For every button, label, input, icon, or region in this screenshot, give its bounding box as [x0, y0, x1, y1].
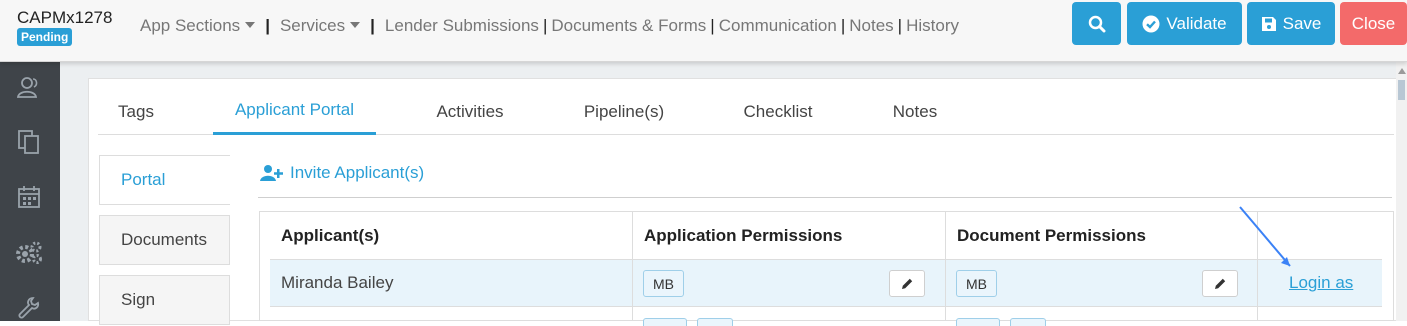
search-button[interactable] [1072, 2, 1121, 45]
scrollbar-thumb[interactable] [1398, 80, 1405, 100]
nav-separator: | [370, 16, 375, 35]
caret-down-icon [350, 21, 361, 28]
tab-pipelines[interactable]: Pipeline(s) [570, 88, 678, 135]
calendar-icon[interactable] [15, 183, 43, 211]
record-id: CAPMx1278 [17, 8, 113, 27]
login-as-link[interactable]: Login as [1289, 273, 1353, 293]
nav-communication[interactable]: Communication [719, 16, 837, 36]
wrench-icon[interactable] [15, 295, 43, 323]
column-header-applicants: Applicant(s) [281, 225, 380, 245]
save-button[interactable]: Save [1247, 2, 1335, 45]
validate-button[interactable]: Validate [1127, 2, 1242, 45]
tab-activities[interactable]: Activities [414, 88, 526, 135]
subnav-portal[interactable]: Portal [99, 155, 230, 205]
gears-icon[interactable] [15, 239, 43, 267]
pencil-icon [902, 278, 913, 289]
caret-down-icon [245, 21, 256, 28]
save-label: Save [1282, 13, 1322, 33]
top-nav: App Sections | Services | Lender Submiss… [140, 16, 959, 36]
column-divider [945, 212, 946, 321]
permission-badge [956, 318, 1000, 326]
nav-separator: | [897, 16, 903, 35]
nav-lender-submissions[interactable]: Lender Submissions [385, 16, 539, 36]
column-header-document-permissions: Document Permissions [957, 225, 1146, 245]
documents-icon[interactable] [15, 128, 43, 156]
tab-checklist[interactable]: Checklist [728, 88, 828, 135]
permission-badge [643, 318, 687, 326]
pencil-icon [1215, 278, 1226, 289]
nav-separator: | [542, 16, 548, 35]
invite-label: Invite Applicant(s) [290, 163, 425, 182]
applicant-name: Miranda Bailey [281, 273, 394, 292]
tab-tags[interactable]: Tags [98, 88, 174, 135]
nav-separator: | [710, 16, 715, 35]
subnav-documents[interactable]: Documents [99, 215, 230, 265]
scrollbar[interactable] [1396, 62, 1407, 321]
top-header: CAPMx1278 Pending App Sections | Service… [0, 0, 1407, 62]
permission-badge [697, 318, 733, 326]
tab-notes[interactable]: Notes [878, 88, 952, 135]
document-permission-badge: MB [956, 270, 997, 297]
floppy-disk-icon [1261, 16, 1276, 31]
subnav-sign[interactable]: Sign [99, 275, 230, 325]
scroll-up-icon[interactable] [1398, 68, 1406, 74]
nav-history[interactable]: History [906, 16, 959, 36]
permission-badge [1010, 318, 1046, 326]
nav-documents-forms[interactable]: Documents & Forms [551, 16, 706, 36]
edit-application-permissions-button[interactable] [889, 270, 925, 297]
user-plus-icon [260, 165, 283, 181]
nav-separator: | [840, 16, 846, 35]
column-header-application-permissions: Application Permissions [644, 225, 843, 245]
application-permission-badge: MB [643, 270, 684, 297]
nav-app-sections[interactable]: App Sections [140, 16, 256, 36]
left-sidebar [0, 62, 60, 321]
column-divider [632, 212, 633, 321]
nav-services[interactable]: Services [280, 16, 361, 36]
tab-bar: Tags Applicant Portal Activities Pipelin… [98, 88, 1394, 135]
close-button[interactable]: Close [1340, 2, 1407, 45]
validate-label: Validate [1166, 13, 1227, 33]
annotation-arrow-icon [1239, 206, 1291, 267]
nav-notes[interactable]: Notes [849, 16, 893, 36]
users-icon[interactable] [15, 74, 43, 102]
divider [258, 197, 1392, 198]
nav-separator: | [265, 16, 270, 35]
status-badge: Pending [17, 28, 73, 46]
search-icon [1088, 15, 1105, 32]
invite-applicants-button[interactable]: Invite Applicant(s) [260, 163, 424, 183]
check-circle-icon [1142, 15, 1160, 32]
tab-applicant-portal[interactable]: Applicant Portal [213, 88, 376, 135]
